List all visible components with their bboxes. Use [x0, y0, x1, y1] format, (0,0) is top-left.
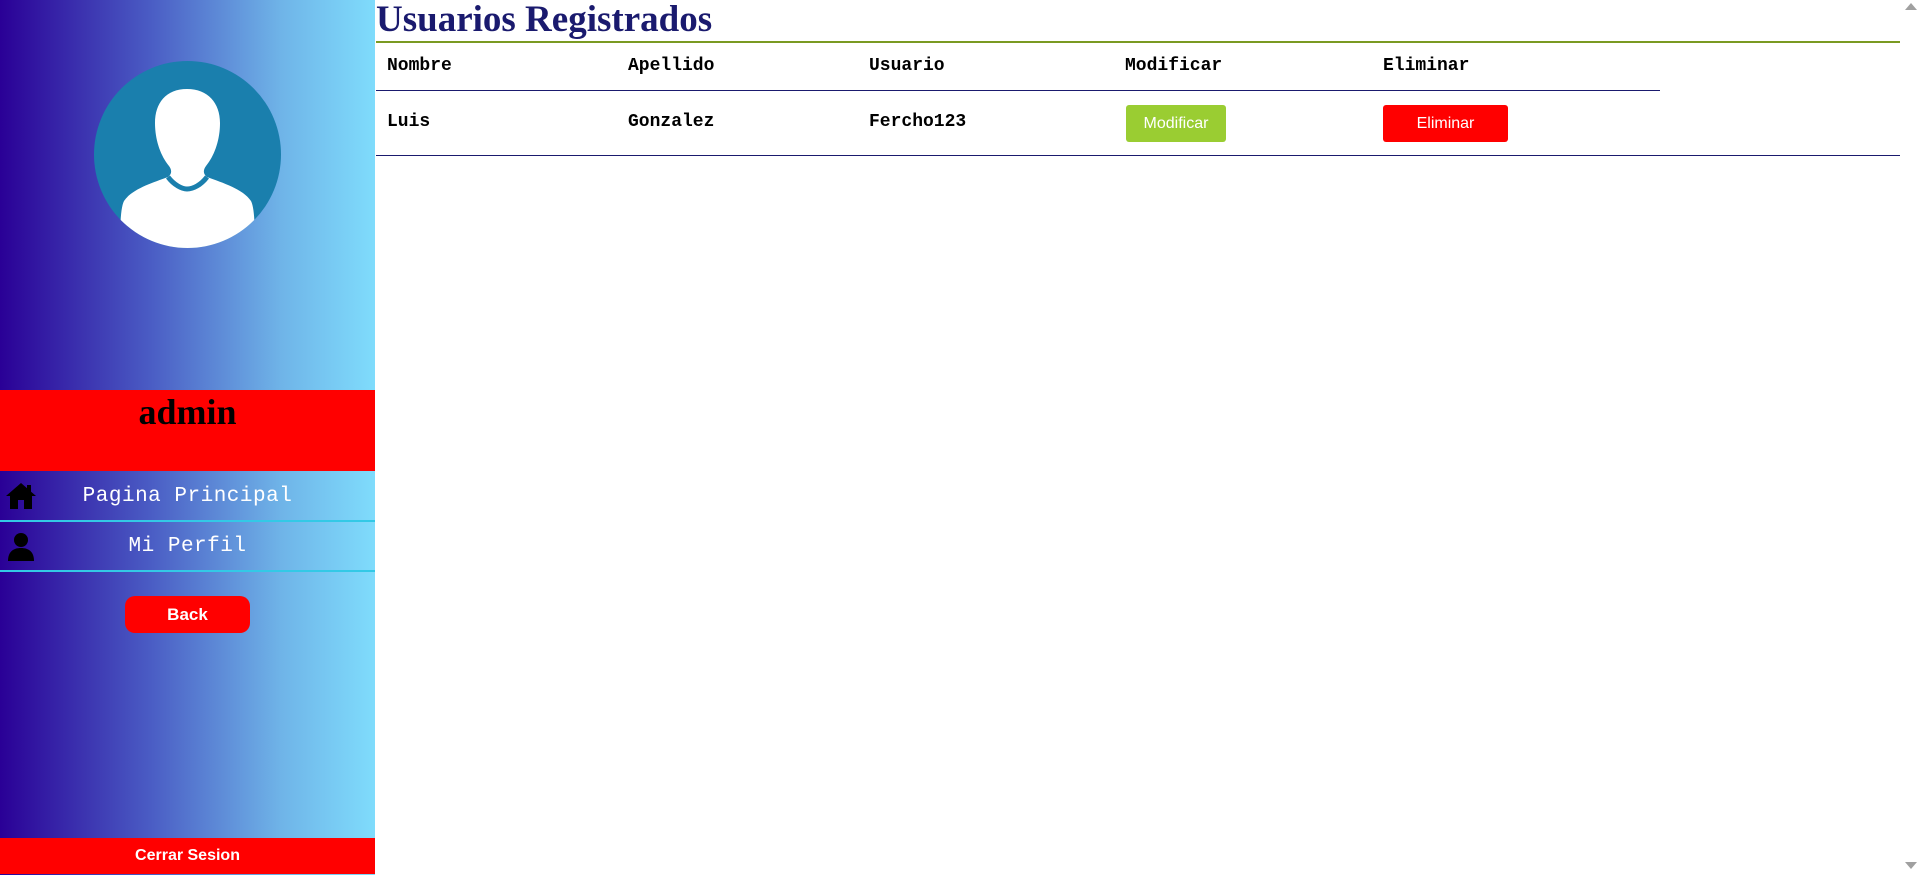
column-header-usuario: Usuario: [869, 56, 945, 76]
row-divider: [376, 155, 1900, 156]
cell-apellido: Gonzalez: [628, 112, 715, 132]
column-header-nombre: Nombre: [387, 56, 452, 76]
logout-button[interactable]: Cerrar Sesion: [0, 838, 375, 874]
title-divider: [376, 41, 1900, 43]
scroll-down-arrow-icon[interactable]: [1905, 862, 1917, 869]
delete-button[interactable]: Eliminar: [1383, 105, 1508, 142]
user-name-block: admin: [0, 390, 375, 471]
user-name: admin: [138, 392, 237, 432]
user-icon: [5, 530, 37, 562]
sidebar: admin Pagina Principal Mi Perfil Back Ce…: [0, 0, 375, 875]
sidebar-item-pagina-principal[interactable]: Pagina Principal: [0, 472, 375, 522]
sidebar-item-label: Pagina Principal: [82, 484, 293, 508]
back-button[interactable]: Back: [125, 596, 250, 633]
cell-nombre: Luis: [387, 112, 431, 132]
header-divider: [376, 90, 1660, 91]
modify-button[interactable]: Modificar: [1126, 105, 1226, 142]
vertical-scrollbar[interactable]: [1902, 0, 1919, 875]
column-header-modificar: Modificar: [1125, 56, 1223, 76]
user-avatar-icon: [94, 61, 281, 248]
column-header-eliminar: Eliminar: [1383, 56, 1470, 76]
column-header-apellido: Apellido: [628, 56, 715, 76]
cell-usuario: Fercho123: [869, 112, 967, 132]
page-title: Usuarios Registrados: [376, 0, 713, 40]
sidebar-item-label: Mi Perfil: [128, 534, 247, 558]
home-icon: [5, 480, 37, 512]
scroll-up-arrow-icon[interactable]: [1905, 3, 1917, 10]
sidebar-item-mi-perfil[interactable]: Mi Perfil: [0, 522, 375, 572]
